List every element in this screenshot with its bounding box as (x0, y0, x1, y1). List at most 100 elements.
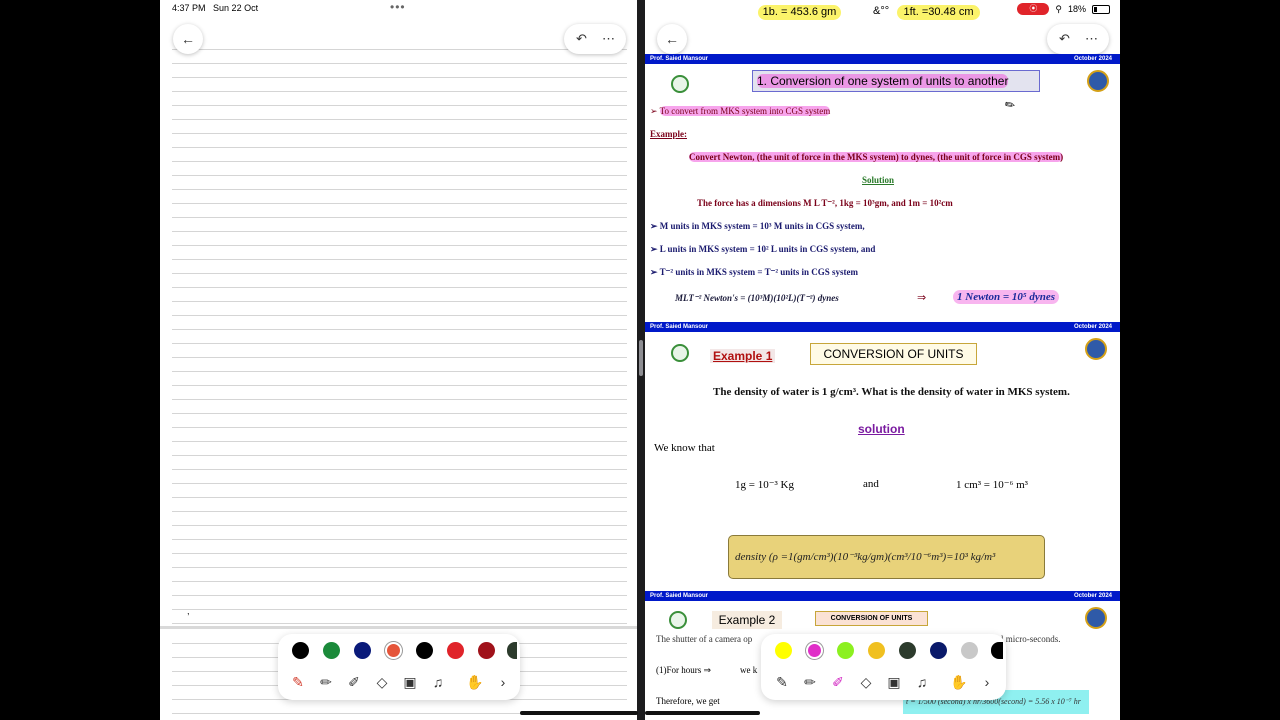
color-darkred[interactable] (478, 642, 495, 659)
home-indicator-right[interactable] (645, 711, 760, 715)
arrow-left-icon: ← (665, 31, 679, 47)
mic-icon[interactable]: ♫ (428, 674, 448, 690)
undo-icon[interactable]: ↶ (1053, 31, 1077, 47)
shutter-line-start: The shutter of a camera op (656, 634, 753, 644)
cm-conversion: 1 cm³ = 10⁻⁶ m³ (956, 479, 1028, 491)
and-word: and (863, 478, 879, 490)
slide2-header: Prof. Saied Mansour October 2024 (645, 322, 1120, 332)
handwritten-amp: &°° (873, 5, 890, 17)
color-darkgreen[interactable] (507, 642, 517, 659)
drawing-toolbar-right: ✎ ✏ ✐ ◇ ▣ ♫ ✋ › (761, 634, 1006, 700)
back-button[interactable]: ← (173, 24, 203, 54)
home-indicator-left[interactable] (520, 711, 638, 715)
image-icon[interactable]: ▣ (884, 674, 904, 691)
color-navy[interactable] (354, 642, 371, 659)
pencil-icon[interactable]: ✏ (800, 674, 820, 691)
for-hours-line: (1)For hours ⇒ (656, 665, 712, 675)
pen-icon[interactable]: ✎ (288, 674, 308, 691)
pencil-cursor-icon: ✎ (1001, 96, 1019, 114)
chevron-right-icon[interactable]: › (977, 674, 997, 690)
slides-pane: ⦿ ⚲ 18% 1b. = 453.6 gm &°° 1ft. =30.48 c… (645, 0, 1120, 720)
chevron-right-icon[interactable]: › (493, 674, 513, 690)
arrow-left-icon: ← (181, 31, 195, 47)
slide1-title: 1. Conversion of one system of units to … (752, 70, 1040, 92)
handwritten-ft: 1ft. =30.48 cm (897, 5, 980, 20)
density-formula-box: density (ρ =1(gm/cm³)(10⁻³kg/gm)(cm³/10⁻… (728, 535, 1045, 579)
slide2-title: CONVERSION OF UNITS (810, 343, 977, 365)
color-navy[interactable] (930, 642, 947, 659)
drawing-toolbar: ✎ ✏ ✐ ◇ ▣ ♫ ✋ › (278, 634, 520, 700)
notes-pane: 4:37 PM Sun 22 Oct ••• , ← ↶ ⋯ ✎ ✏ ✐ ◇ ▣… (160, 0, 637, 720)
bullet-m: ➢ M units in MKS system = 10³ M units in… (650, 221, 865, 231)
example-label: Example: (650, 129, 687, 139)
color-green[interactable] (323, 642, 340, 659)
page-separator (160, 626, 637, 629)
color-darkgreen[interactable] (899, 642, 916, 659)
stray-mark: , (187, 606, 190, 616)
multitask-dots[interactable]: ••• (390, 0, 406, 14)
slide3-title: CONVERSION OF UNITS (815, 611, 928, 626)
ruled-page[interactable] (172, 36, 627, 626)
color-magenta-selected[interactable] (806, 642, 823, 659)
slide1-bullet: ➢ To convert from MKS system into CGS sy… (650, 106, 831, 116)
color-yellow[interactable] (775, 642, 792, 659)
newton-result: 1 Newton = 10⁵ dynes (953, 290, 1060, 304)
slide3-header: Prof. Saied Mansour October 2024 (645, 591, 1120, 601)
highlighter-icon[interactable]: ✐ (828, 674, 848, 691)
color-lime[interactable] (837, 642, 854, 659)
density-question: The density of water is 1 g/cm³. What is… (713, 386, 1070, 398)
image-icon[interactable]: ▣ (400, 674, 420, 691)
battery-percent: 18% (1067, 4, 1086, 14)
undo-icon[interactable]: ↶ (570, 31, 594, 47)
gram-conversion: 1g = 10⁻³ Kg (735, 479, 795, 491)
implies-arrow: ⇒ (917, 292, 927, 304)
example1-label: Example 1 (710, 349, 776, 363)
pen-icon[interactable]: ✎ (772, 674, 792, 691)
highlighter-icon[interactable]: ✐ (344, 674, 364, 691)
eraser-icon[interactable]: ◇ (372, 674, 392, 691)
therefore-line: Therefore, we get (656, 696, 720, 706)
example2-label: Example 2 (712, 611, 782, 629)
hand-icon[interactable]: ✋ (465, 674, 485, 691)
color-orange-selected[interactable] (385, 642, 402, 659)
solution-heading: solution (858, 422, 905, 436)
newton-equation: MLT⁻² Newton's = (10³M)(10²L)(T⁻²) dynes (675, 293, 839, 303)
color-black[interactable] (991, 642, 1003, 659)
slide1-header: Prof. Saied Mansour October 2024 (645, 54, 1120, 64)
back-button-right[interactable]: ← (657, 24, 687, 54)
pencil-icon[interactable]: ✏ (316, 674, 336, 691)
color-gold[interactable] (868, 642, 885, 659)
undo-more-group: ↶ ⋯ (564, 24, 626, 54)
color-red[interactable] (447, 642, 464, 659)
hand-icon[interactable]: ✋ (949, 674, 969, 691)
status-time: 4:37 PM Sun 22 Oct (172, 3, 259, 13)
slide1-prompt: Convert Newton, (the unit of force in th… (689, 152, 1064, 162)
shutter-line-end: l micro-seconds. (1001, 634, 1061, 644)
solution-label: Solution (862, 175, 895, 185)
university-seal-icon (671, 75, 689, 93)
university-seal-icon (669, 611, 687, 629)
faculty-logo-icon (1085, 338, 1107, 360)
split-divider[interactable] (637, 0, 645, 720)
faculty-logo-icon (1087, 70, 1109, 92)
status-bar-right: ⦿ ⚲ 18% (1017, 3, 1110, 15)
divider-handle[interactable] (639, 340, 643, 376)
battery-icon (1092, 4, 1110, 14)
we-know-line: we k (740, 665, 758, 675)
we-know-that: We know that (654, 442, 715, 454)
faculty-logo-icon (1085, 607, 1107, 629)
more-icon[interactable]: ⋯ (597, 31, 621, 47)
bullet-l: ➢ L units in MKS system = 10² L units in… (650, 244, 876, 254)
color-black[interactable] (292, 642, 309, 659)
more-icon[interactable]: ⋯ (1080, 31, 1104, 47)
wifi-icon: ⚲ (1055, 3, 1062, 14)
color-black-2[interactable] (416, 642, 433, 659)
ipad-screen: 4:37 PM Sun 22 Oct ••• , ← ↶ ⋯ ✎ ✏ ✐ ◇ ▣… (160, 0, 1120, 720)
color-grey[interactable] (961, 642, 978, 659)
university-seal-icon (671, 344, 689, 362)
handwritten-lb: 1b. = 453.6 gm (758, 5, 841, 20)
record-indicator: ⦿ (1017, 3, 1050, 15)
mic-icon[interactable]: ♫ (912, 674, 932, 690)
eraser-icon[interactable]: ◇ (856, 674, 876, 691)
bullet-t: ➢ T⁻² units in MKS system = T⁻² units in… (650, 267, 859, 277)
